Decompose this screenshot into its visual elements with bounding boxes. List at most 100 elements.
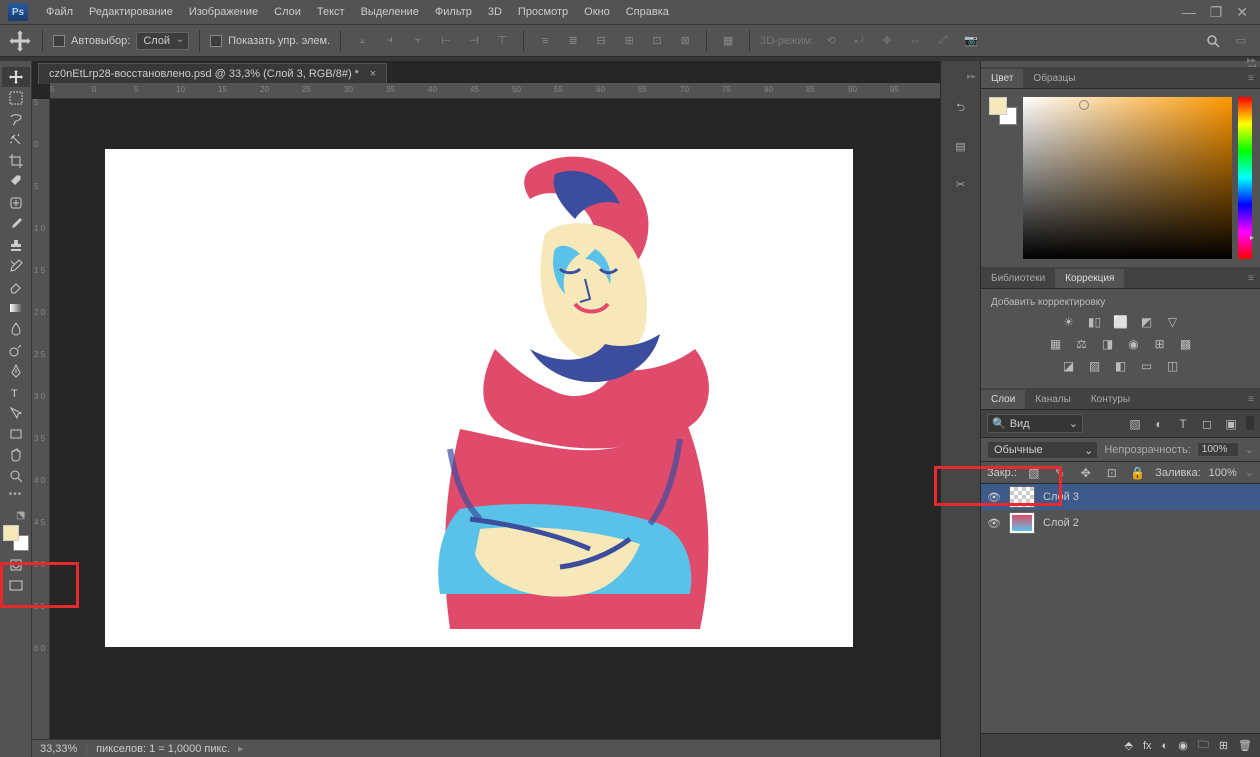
- foreground-swatch[interactable]: [3, 525, 19, 541]
- ruler-vertical[interactable]: 5051 01 52 02 53 03 54 04 55 05 56 0: [32, 99, 50, 739]
- fill-input[interactable]: 100%: [1209, 467, 1237, 479]
- visibility-icon[interactable]: 👁: [987, 491, 1001, 504]
- blur-tool[interactable]: [2, 319, 30, 339]
- lasso-tool[interactable]: [2, 109, 30, 129]
- ruler-horizontal[interactable]: 505101520253035404550556065707580859095: [50, 83, 940, 99]
- filter-pixel-icon[interactable]: ▧: [1126, 416, 1144, 432]
- menu-edit[interactable]: Редактирование: [81, 3, 181, 21]
- align-left-icon[interactable]: ⊢: [435, 30, 457, 52]
- layer-filter-dropdown[interactable]: 🔍 Вид ⌄: [987, 414, 1083, 433]
- type-tool[interactable]: T: [2, 382, 30, 402]
- lock-all-icon[interactable]: 🔒: [1129, 465, 1147, 481]
- maximize-icon[interactable]: ❐: [1210, 4, 1223, 21]
- close-icon[interactable]: ✕: [1236, 4, 1248, 21]
- distribute-1-icon[interactable]: ≡: [534, 30, 556, 52]
- canvas[interactable]: [105, 149, 853, 647]
- marquee-tool[interactable]: [2, 88, 30, 108]
- dodge-tool[interactable]: [2, 340, 30, 360]
- history-brush-tool[interactable]: [2, 256, 30, 276]
- bw-icon[interactable]: ◨: [1099, 336, 1117, 352]
- distribute-4-icon[interactable]: ⊞: [618, 30, 640, 52]
- workspace-icon[interactable]: ▭: [1230, 30, 1252, 52]
- properties-panel-icon[interactable]: ▤: [949, 134, 973, 158]
- hand-tool[interactable]: [2, 445, 30, 465]
- layer-name[interactable]: Слой 3: [1043, 491, 1079, 503]
- menu-select[interactable]: Выделение: [353, 3, 427, 21]
- document-close-icon[interactable]: ×: [370, 68, 376, 80]
- healing-tool[interactable]: [2, 193, 30, 213]
- menu-text[interactable]: Текст: [309, 3, 353, 21]
- filter-toggle-icon[interactable]: [1246, 416, 1254, 430]
- quickmask-tool[interactable]: [2, 555, 30, 575]
- chevron-down-icon[interactable]: ⌄: [1245, 443, 1254, 456]
- filter-adjust-icon[interactable]: ◐: [1150, 416, 1168, 432]
- opacity-input[interactable]: 100%: [1197, 442, 1239, 457]
- lock-paint-icon[interactable]: ✎: [1051, 465, 1069, 481]
- autoselect-checkbox[interactable]: [53, 35, 65, 47]
- layer-row[interactable]: 👁 Слой 3: [981, 484, 1260, 510]
- autoselect-dropdown[interactable]: Слой: [136, 32, 189, 50]
- posterize-icon[interactable]: ▨: [1086, 358, 1104, 374]
- layer-thumbnail[interactable]: [1009, 512, 1035, 534]
- stamp-tool[interactable]: [2, 235, 30, 255]
- eyedropper-tool[interactable]: [2, 172, 30, 192]
- threshold-icon[interactable]: ◧: [1112, 358, 1130, 374]
- character-panel-icon[interactable]: ✂: [949, 172, 973, 196]
- canvas-area[interactable]: [50, 99, 940, 739]
- 3d-slide-icon[interactable]: ⇔: [904, 30, 926, 52]
- layer-thumbnail[interactable]: [1009, 486, 1035, 508]
- menu-file[interactable]: Файл: [38, 3, 81, 21]
- rectangle-tool[interactable]: [2, 424, 30, 444]
- colorbalance-icon[interactable]: ⚖: [1073, 336, 1091, 352]
- align-top-icon[interactable]: ⫠: [351, 30, 373, 52]
- menu-window[interactable]: Окно: [576, 3, 618, 21]
- vibrance-icon[interactable]: ▽: [1164, 314, 1182, 330]
- 3d-pan-icon[interactable]: ✥: [876, 30, 898, 52]
- delete-layer-icon[interactable]: 🗑: [1238, 739, 1252, 752]
- tab-adjustments[interactable]: Коррекция: [1055, 269, 1124, 288]
- gradient-tool[interactable]: [2, 298, 30, 318]
- align-bottom-icon[interactable]: ⫟: [407, 30, 429, 52]
- invert-icon[interactable]: ◪: [1060, 358, 1078, 374]
- brush-tool[interactable]: [2, 214, 30, 234]
- distribute-3-icon[interactable]: ⊟: [590, 30, 612, 52]
- distribute-5-icon[interactable]: ⊡: [646, 30, 668, 52]
- exposure-icon[interactable]: ◩: [1138, 314, 1156, 330]
- color-panel-swatch[interactable]: [989, 97, 1017, 125]
- tab-paths[interactable]: Контуры: [1081, 390, 1140, 409]
- visibility-icon[interactable]: 👁: [987, 517, 1001, 530]
- 3d-orbit-icon[interactable]: ⟲: [820, 30, 842, 52]
- align-right-icon[interactable]: ⊤: [491, 30, 513, 52]
- tab-layers[interactable]: Слои: [981, 390, 1025, 409]
- menu-layers[interactable]: Слои: [266, 3, 309, 21]
- tab-channels[interactable]: Каналы: [1025, 390, 1081, 409]
- tab-swatches[interactable]: Образцы: [1023, 69, 1085, 88]
- tab-libraries[interactable]: Библиотеки: [981, 269, 1055, 288]
- brightness-icon[interactable]: ☀: [1060, 314, 1078, 330]
- pen-tool[interactable]: [2, 361, 30, 381]
- filter-shape-icon[interactable]: ◻: [1198, 416, 1216, 432]
- layer-fx-icon[interactable]: fx: [1143, 740, 1152, 752]
- eraser-tool[interactable]: [2, 277, 30, 297]
- selective-color-icon[interactable]: ◫: [1164, 358, 1182, 374]
- lock-position-icon[interactable]: ✥: [1077, 465, 1095, 481]
- wand-tool[interactable]: [2, 130, 30, 150]
- zoom-tool[interactable]: [2, 466, 30, 486]
- hue-icon[interactable]: ▦: [1047, 336, 1065, 352]
- color-spectrum[interactable]: [1023, 97, 1232, 259]
- 3d-camera-icon[interactable]: 📷: [960, 30, 982, 52]
- align-hcenter-icon[interactable]: ⊣: [463, 30, 485, 52]
- history-panel-icon[interactable]: ⮌: [949, 96, 973, 120]
- channel-mixer-icon[interactable]: ⊞: [1151, 336, 1169, 352]
- layer-name[interactable]: Слой 2: [1043, 517, 1079, 529]
- link-layers-icon[interactable]: ⬘: [1125, 739, 1133, 752]
- filter-smart-icon[interactable]: ▣: [1222, 416, 1240, 432]
- photo-filter-icon[interactable]: ◉: [1125, 336, 1143, 352]
- hue-slider[interactable]: ▸: [1238, 97, 1252, 259]
- show-controls-checkbox[interactable]: [210, 35, 222, 47]
- new-layer-icon[interactable]: ⊞: [1219, 739, 1228, 752]
- new-group-icon[interactable]: 🗀: [1198, 736, 1209, 755]
- 3d-scale-icon[interactable]: ⤢: [932, 30, 954, 52]
- chevron-down-icon[interactable]: ⌄: [1245, 466, 1254, 479]
- move-tool[interactable]: [2, 67, 30, 87]
